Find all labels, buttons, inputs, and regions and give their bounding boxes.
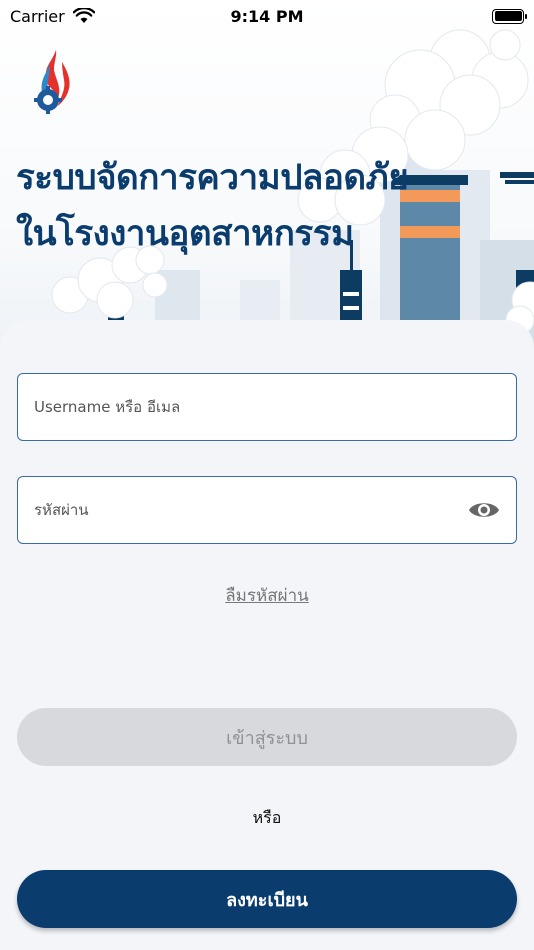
battery-level xyxy=(494,11,522,21)
wifi-icon xyxy=(72,8,95,23)
page-title: ระบบจัดการความปลอดภัย ในโรงงานอุตสาหกรรม xyxy=(16,150,409,262)
password-field[interactable] xyxy=(17,476,517,544)
register-button[interactable]: ลงทะเบียน xyxy=(17,870,517,928)
status-bar: Carrier 9:14 PM xyxy=(0,0,534,32)
status-left: Carrier xyxy=(10,7,95,26)
forgot-password-row: ลืมรหัสผ่าน xyxy=(0,582,534,609)
title-line-2: ในโรงงานอุตสาหกรรม xyxy=(16,214,354,254)
carrier-label: Carrier xyxy=(10,6,65,26)
logo-icon xyxy=(34,50,70,114)
username-field[interactable] xyxy=(17,373,517,441)
eye-icon[interactable] xyxy=(468,499,500,521)
title-line-1: ระบบจัดการความปลอดภัย xyxy=(16,158,409,198)
battery-icon xyxy=(492,8,527,24)
or-divider-label: หรือ xyxy=(252,808,282,827)
login-button[interactable]: เข้าสู่ระบบ xyxy=(17,708,517,766)
username-input[interactable] xyxy=(34,398,500,416)
password-input[interactable] xyxy=(34,501,460,519)
login-card: ลืมรหัสผ่าน เข้าสู่ระบบ หรือ ลงทะเบียน xyxy=(0,320,534,950)
forgot-password-link[interactable]: ลืมรหัสผ่าน xyxy=(225,586,308,606)
